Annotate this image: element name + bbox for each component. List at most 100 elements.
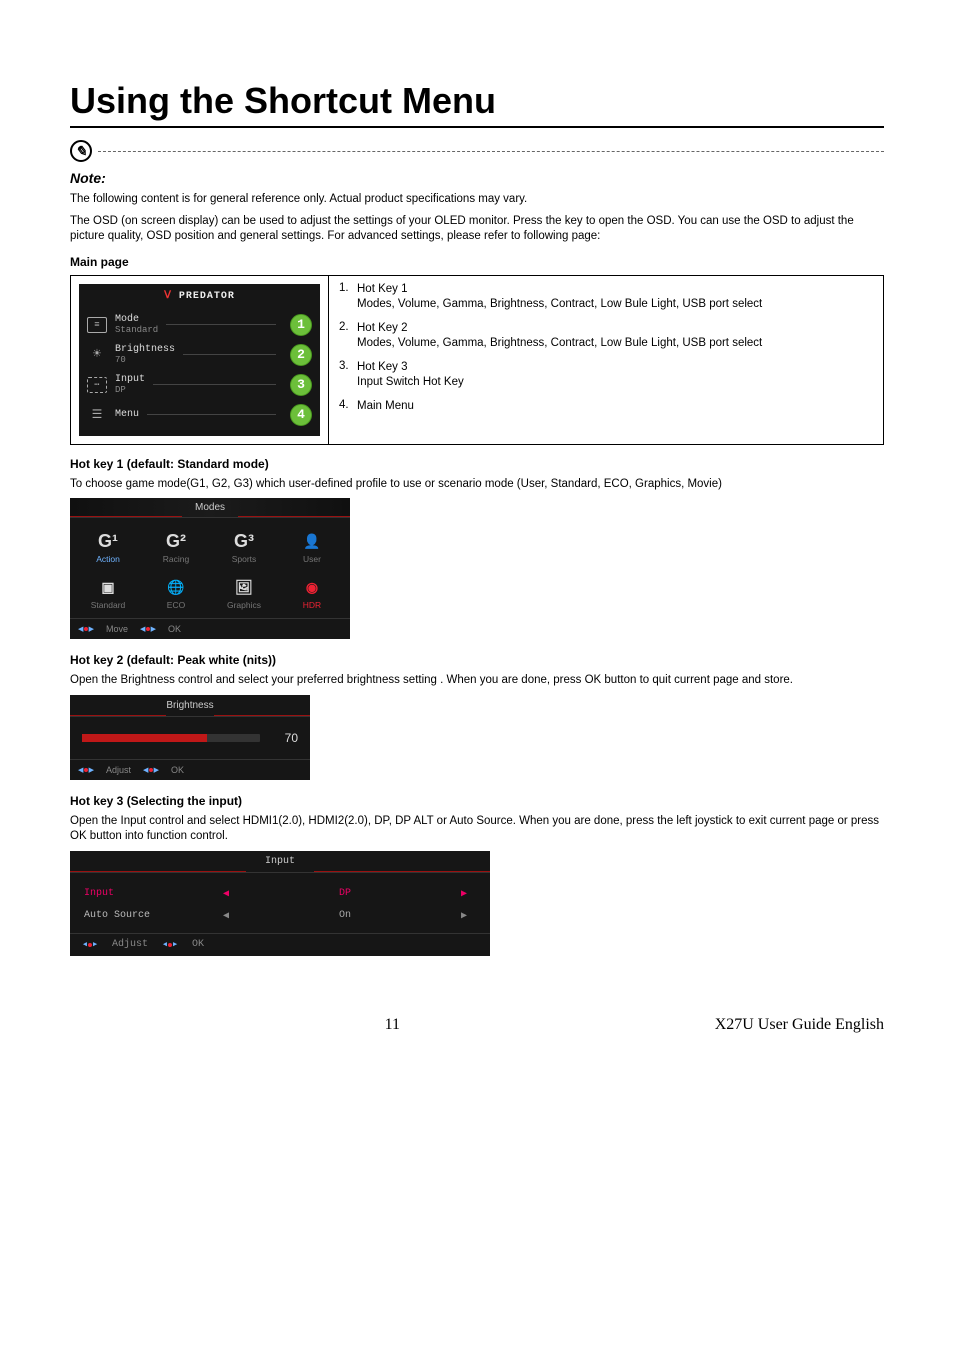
autosource-label: Auto Source: [84, 910, 214, 921]
hk3-title: Hot Key 3: [357, 360, 873, 376]
arrow-left-icon[interactable]: ◀: [214, 888, 238, 900]
note-label: Note:: [70, 170, 884, 186]
hk3-desc: Input Switch Hot Key: [357, 375, 873, 391]
mode-hdr-icon: ◉: [280, 576, 344, 598]
arrow-left-icon[interactable]: ◀: [214, 910, 238, 922]
mode-g1-icon: G¹: [76, 530, 140, 552]
hk1-title: Hot Key 1: [357, 282, 873, 298]
page-number: 11: [385, 1016, 400, 1034]
mode-sports[interactable]: G³ Sports: [210, 526, 278, 568]
mode-racing[interactable]: G² Racing: [142, 526, 210, 568]
hk1-description: To choose game mode(G1, G2, G3) which us…: [70, 477, 884, 493]
page-title: Using the Shortcut Menu: [70, 80, 884, 128]
input-icon: ⋯: [87, 377, 107, 393]
osd-mode-label: Mode: [115, 314, 158, 325]
note-divider: ✎: [70, 140, 884, 162]
mode-standard-icon: ▣: [76, 576, 140, 598]
mode-g3-icon: G³: [212, 530, 276, 552]
osd-input-label: Input: [115, 374, 145, 385]
osd-row-input[interactable]: ⋯ InputDP 3: [79, 370, 320, 400]
callout-3: 3: [290, 374, 312, 396]
mode-racing-label: Racing: [144, 554, 208, 564]
brightness-foot-adjust: Adjust: [106, 765, 131, 775]
modes-foot-ok: OK: [168, 624, 181, 634]
hk1-num: 1.: [339, 282, 357, 313]
hk3-heading: Hot key 3 (Selecting the input): [70, 794, 884, 808]
input-value: DP: [238, 888, 452, 899]
osd-mode-value: Standard: [115, 325, 158, 335]
intro-text-1: The following content is for general ref…: [70, 192, 884, 208]
mode-icon: ≡: [87, 317, 107, 333]
hk4-num: 4.: [339, 399, 357, 415]
joystick-ok-icon: [140, 623, 156, 635]
hk2-description: Open the Brightness control and select y…: [70, 673, 884, 689]
osd-row-menu[interactable]: ☰ Menu 4: [79, 400, 320, 430]
menu-icon: ☰: [87, 407, 107, 422]
mode-standard[interactable]: ▣ Standard: [74, 572, 142, 614]
hk1-desc: Modes, Volume, Gamma, Brightness, Contra…: [357, 297, 873, 313]
joystick-ok-icon: [162, 939, 178, 951]
input-foot-adjust: Adjust: [112, 939, 148, 950]
page-footer: 11 X27U User Guide English: [70, 1016, 884, 1034]
input-panel: Input Input ◀ DP ▶ Auto Source ◀ On ▶ Ad…: [70, 851, 490, 956]
mode-eco-label: ECO: [144, 600, 208, 610]
autosource-value: On: [238, 910, 452, 921]
modes-panel-title: Modes: [70, 498, 350, 518]
joystick-adjust-icon: [82, 939, 98, 951]
hk3-num: 3.: [339, 360, 357, 391]
mode-action-label: Action: [76, 554, 140, 564]
brightness-panel-title: Brightness: [70, 695, 310, 717]
arrow-right-icon[interactable]: ▶: [452, 888, 476, 900]
osd-row-mode[interactable]: ≡ ModeStandard 1: [79, 310, 320, 340]
callout-2: 2: [290, 344, 312, 366]
osd-row-brightness[interactable]: ☀ Brightness70 2: [79, 340, 320, 370]
osd-main-panel: ᐯ PREDATOR ≡ ModeStandard 1 ☀ Brightness…: [79, 284, 320, 436]
hk1-heading: Hot key 1 (default: Standard mode): [70, 457, 884, 471]
hk3-description: Open the Input control and select HDMI1(…: [70, 814, 884, 845]
brightness-slider[interactable]: [82, 734, 260, 742]
guide-title: X27U User Guide English: [715, 1016, 884, 1034]
input-panel-title: Input: [70, 851, 490, 873]
osd-brightness-value: 70: [115, 355, 175, 365]
hk2-title: Hot Key 2: [357, 321, 873, 337]
modes-panel: Modes G¹ Action G² Racing G³ Sports 👤 User ▣…: [70, 498, 350, 639]
input-row-input[interactable]: Input ◀ DP ▶: [70, 883, 490, 905]
hk4-title: Main Menu: [357, 399, 873, 415]
mode-user-icon: 👤: [280, 530, 344, 552]
mode-g2-icon: G²: [144, 530, 208, 552]
mode-hdr-label: HDR: [280, 600, 344, 610]
joystick-ok-icon: [143, 764, 159, 776]
arrow-right-icon[interactable]: ▶: [452, 910, 476, 922]
input-row-autosource[interactable]: Auto Source ◀ On ▶: [70, 905, 490, 927]
osd-menu-label: Menu: [115, 409, 139, 420]
mode-hdr[interactable]: ◉ HDR: [278, 572, 346, 614]
callout-1: 1: [290, 314, 312, 336]
brightness-panel: Brightness 70 Adjust OK: [70, 695, 310, 780]
mode-graphics[interactable]: 🖼 Graphics: [210, 572, 278, 614]
brightness-value: 70: [270, 731, 298, 745]
mode-sports-label: Sports: [212, 554, 276, 564]
mode-action[interactable]: G¹ Action: [74, 526, 142, 568]
modes-foot-move: Move: [106, 624, 128, 634]
mode-standard-label: Standard: [76, 600, 140, 610]
hk2-desc: Modes, Volume, Gamma, Brightness, Contra…: [357, 336, 873, 352]
input-label: Input: [84, 888, 214, 899]
hk2-num: 2.: [339, 321, 357, 352]
osd-input-value: DP: [115, 385, 145, 395]
joystick-move-icon: [78, 623, 94, 635]
mode-eco[interactable]: 🌐ECO: [142, 572, 210, 614]
mode-user-label: User: [280, 554, 344, 564]
brightness-icon: ☀: [87, 347, 107, 363]
mode-graphics-label: Graphics: [212, 600, 276, 610]
hk2-heading: Hot key 2 (default: Peak white (nits)): [70, 653, 884, 667]
input-foot-ok: OK: [192, 939, 204, 950]
mainpage-heading: Main page: [70, 255, 884, 269]
note-icon: ✎: [70, 140, 92, 162]
osd-logo: PREDATOR: [179, 291, 235, 302]
mode-user[interactable]: 👤 User: [278, 526, 346, 568]
mainpage-figure: ᐯ PREDATOR ≡ ModeStandard 1 ☀ Brightness…: [70, 275, 884, 445]
mode-graphics-icon: 🖼: [212, 576, 276, 598]
callout-4: 4: [290, 404, 312, 426]
brightness-foot-ok: OK: [171, 765, 184, 775]
joystick-adjust-icon: [78, 764, 94, 776]
